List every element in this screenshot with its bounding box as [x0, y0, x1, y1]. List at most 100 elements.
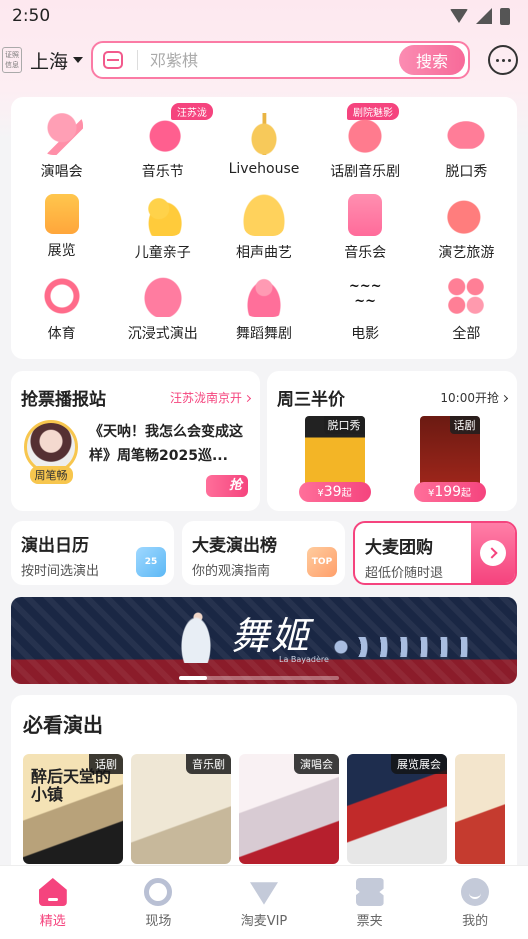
ticket-news-link[interactable]: 汪苏泷南京开	[170, 389, 252, 406]
category-item[interactable]: 演唱会	[11, 105, 112, 186]
category-item[interactable]: 演艺旅游	[416, 186, 517, 267]
show-category-tag: 音乐剧	[186, 754, 231, 774]
message-icon[interactable]	[488, 45, 518, 75]
search-button[interactable]: 搜索	[399, 45, 465, 75]
show-poster[interactable]: 醉后天堂的小镇 话剧	[23, 754, 123, 864]
ballerina-image	[176, 607, 216, 663]
category-item[interactable]: Livehouse	[213, 105, 314, 186]
banner-subtitle: La Bayadère	[279, 655, 329, 664]
duck-icon	[141, 194, 184, 236]
battery-icon	[500, 7, 510, 25]
chevron-right-icon	[500, 394, 509, 403]
dancer-icon	[242, 275, 285, 317]
category-item[interactable]: 舞蹈舞剧	[213, 267, 314, 348]
tab-vip[interactable]: 淘麦VIP	[224, 878, 304, 929]
movie-calligraphy-icon: ~~~ ~~	[348, 279, 382, 309]
tab-me[interactable]: 我的	[435, 878, 515, 929]
top-badge-icon: TOP	[307, 547, 337, 577]
wifi-icon	[450, 9, 468, 23]
ranking-card[interactable]: 大麦演出榜 你的观演指南 TOP	[182, 521, 345, 585]
promo-banner[interactable]: 舞姬 La Bayadère	[11, 597, 517, 684]
poster-tag: 脱口秀	[323, 416, 365, 434]
show-poster[interactable]: 音乐剧	[131, 754, 231, 864]
palm-tree-icon	[445, 194, 488, 236]
category-item[interactable]: 儿童亲子	[112, 186, 213, 267]
price-value: 199	[434, 484, 462, 500]
vr-headset-icon	[141, 275, 184, 317]
category-item[interactable]: 脱口秀	[416, 105, 517, 186]
search-input[interactable]	[150, 50, 399, 70]
price-suffix: 起	[461, 488, 472, 499]
category-item[interactable]: 剧院魅影话剧音乐剧	[315, 103, 416, 186]
search-bar[interactable]: 搜索	[91, 41, 470, 79]
drama-mask-icon	[344, 113, 387, 155]
folding-fan-icon	[242, 194, 285, 236]
ticket-news-card[interactable]: 抢票播报站 汪苏泷南京开 周笔畅 《天呐！我怎么会变成这样》周笔畅2025巡..…	[11, 371, 260, 511]
piano-icon	[348, 194, 383, 236]
price-pill: ¥199起	[413, 482, 486, 502]
category-label: 舞蹈舞剧	[235, 326, 292, 342]
show-calendar-card[interactable]: 演出日历 按时间选演出 25	[11, 521, 174, 585]
deal-time-text: 10:00开抢	[440, 391, 499, 405]
category-label: 沉浸式演出	[127, 326, 198, 342]
category-item[interactable]: ~~~ ~~ 电影	[315, 267, 416, 348]
wednesday-deal-card[interactable]: 周三半价 10:00开抢 脱口秀 ¥39起 话剧 ¥199起	[267, 371, 517, 511]
show-category-tag: 演唱会	[294, 754, 339, 774]
show-poster[interactable]: 展览展会	[347, 754, 447, 864]
category-item[interactable]: 相声曲艺	[213, 186, 314, 267]
show-poster[interactable]	[455, 754, 505, 864]
bottom-tab-bar: 精选 现场 淘麦VIP 票夹 我的	[0, 865, 528, 939]
category-item[interactable]: 汪苏泷 音乐节	[112, 103, 213, 186]
scan-icon[interactable]	[103, 51, 124, 69]
tab-featured[interactable]: 精选	[13, 878, 93, 929]
category-item[interactable]: 音乐会	[315, 186, 416, 267]
deal-poster[interactable]: 脱口秀 ¥39起	[298, 416, 371, 502]
wednesday-deal-time[interactable]: 10:00开抢	[440, 389, 509, 406]
artist-name: 周笔畅	[29, 466, 73, 484]
grab-ticket-badge: 抢	[206, 475, 248, 497]
poster-tag: 话剧	[449, 416, 480, 434]
show-category-tag: 话剧	[89, 754, 123, 774]
search-divider	[137, 50, 139, 70]
category-label: 话剧音乐剧	[330, 164, 401, 180]
tab-label: 淘麦VIP	[240, 914, 288, 929]
arrow-right-icon	[480, 540, 506, 566]
corps-de-ballet-image	[331, 637, 471, 657]
category-label: 演唱会	[40, 164, 83, 180]
city-selector[interactable]: 上海	[30, 47, 84, 74]
category-item[interactable]: 展览	[11, 186, 112, 267]
show-poster[interactable]: 演唱会	[239, 754, 339, 864]
ticket-icon	[355, 878, 384, 906]
category-item[interactable]: 全部	[416, 267, 517, 348]
caret-down-icon	[73, 57, 84, 63]
category-label: 电影	[351, 326, 380, 342]
category-label: 儿童亲子	[134, 245, 191, 261]
deal-poster[interactable]: 话剧 ¥199起	[413, 416, 486, 502]
tab-live[interactable]: 现场	[118, 878, 198, 929]
group-buy-card[interactable]: 大麦团购 超低价随时退	[353, 521, 517, 585]
price-suffix: 起	[341, 488, 352, 499]
must-see-carousel[interactable]: 醉后天堂的小镇 话剧 音乐剧 演唱会 展览展会	[23, 754, 505, 864]
group-buy-arrow[interactable]	[471, 523, 515, 583]
must-see-section: 必看演出 醉后天堂的小镇 话剧 音乐剧 演唱会 展览展会	[11, 695, 517, 865]
cert-info-badge[interactable]: 证照信息	[2, 47, 22, 73]
vip-diamond-icon	[249, 882, 278, 905]
price-pill: ¥39起	[298, 482, 371, 502]
header: 证照信息 上海 搜索	[0, 32, 528, 88]
tab-label: 我的	[462, 914, 489, 929]
tab-tickets[interactable]: 票夹	[330, 878, 410, 929]
category-grid-inner: 演唱会 汪苏泷音乐节 Livehouse 剧院魅影话剧音乐剧 脱口秀 展览 儿童…	[11, 103, 517, 348]
category-item[interactable]: 沉浸式演出	[112, 267, 213, 348]
category-item[interactable]: 体育	[11, 267, 112, 348]
status-bar: 2:50	[0, 0, 528, 32]
artist-avatar-wrap: 周笔畅	[21, 420, 81, 484]
category-label: 演艺旅游	[438, 245, 495, 261]
category-label: 全部	[452, 326, 481, 342]
city-name: 上海	[30, 50, 69, 73]
category-label: 音乐会	[344, 245, 387, 261]
cellular-signal-icon	[476, 8, 492, 24]
category-label: 展览	[47, 243, 76, 259]
category-grid: 演唱会 汪苏泷音乐节 Livehouse 剧院魅影话剧音乐剧 脱口秀 展览 儿童…	[11, 97, 517, 359]
portrait-frame-icon	[44, 194, 79, 234]
calendar-icon: 25	[136, 547, 166, 577]
